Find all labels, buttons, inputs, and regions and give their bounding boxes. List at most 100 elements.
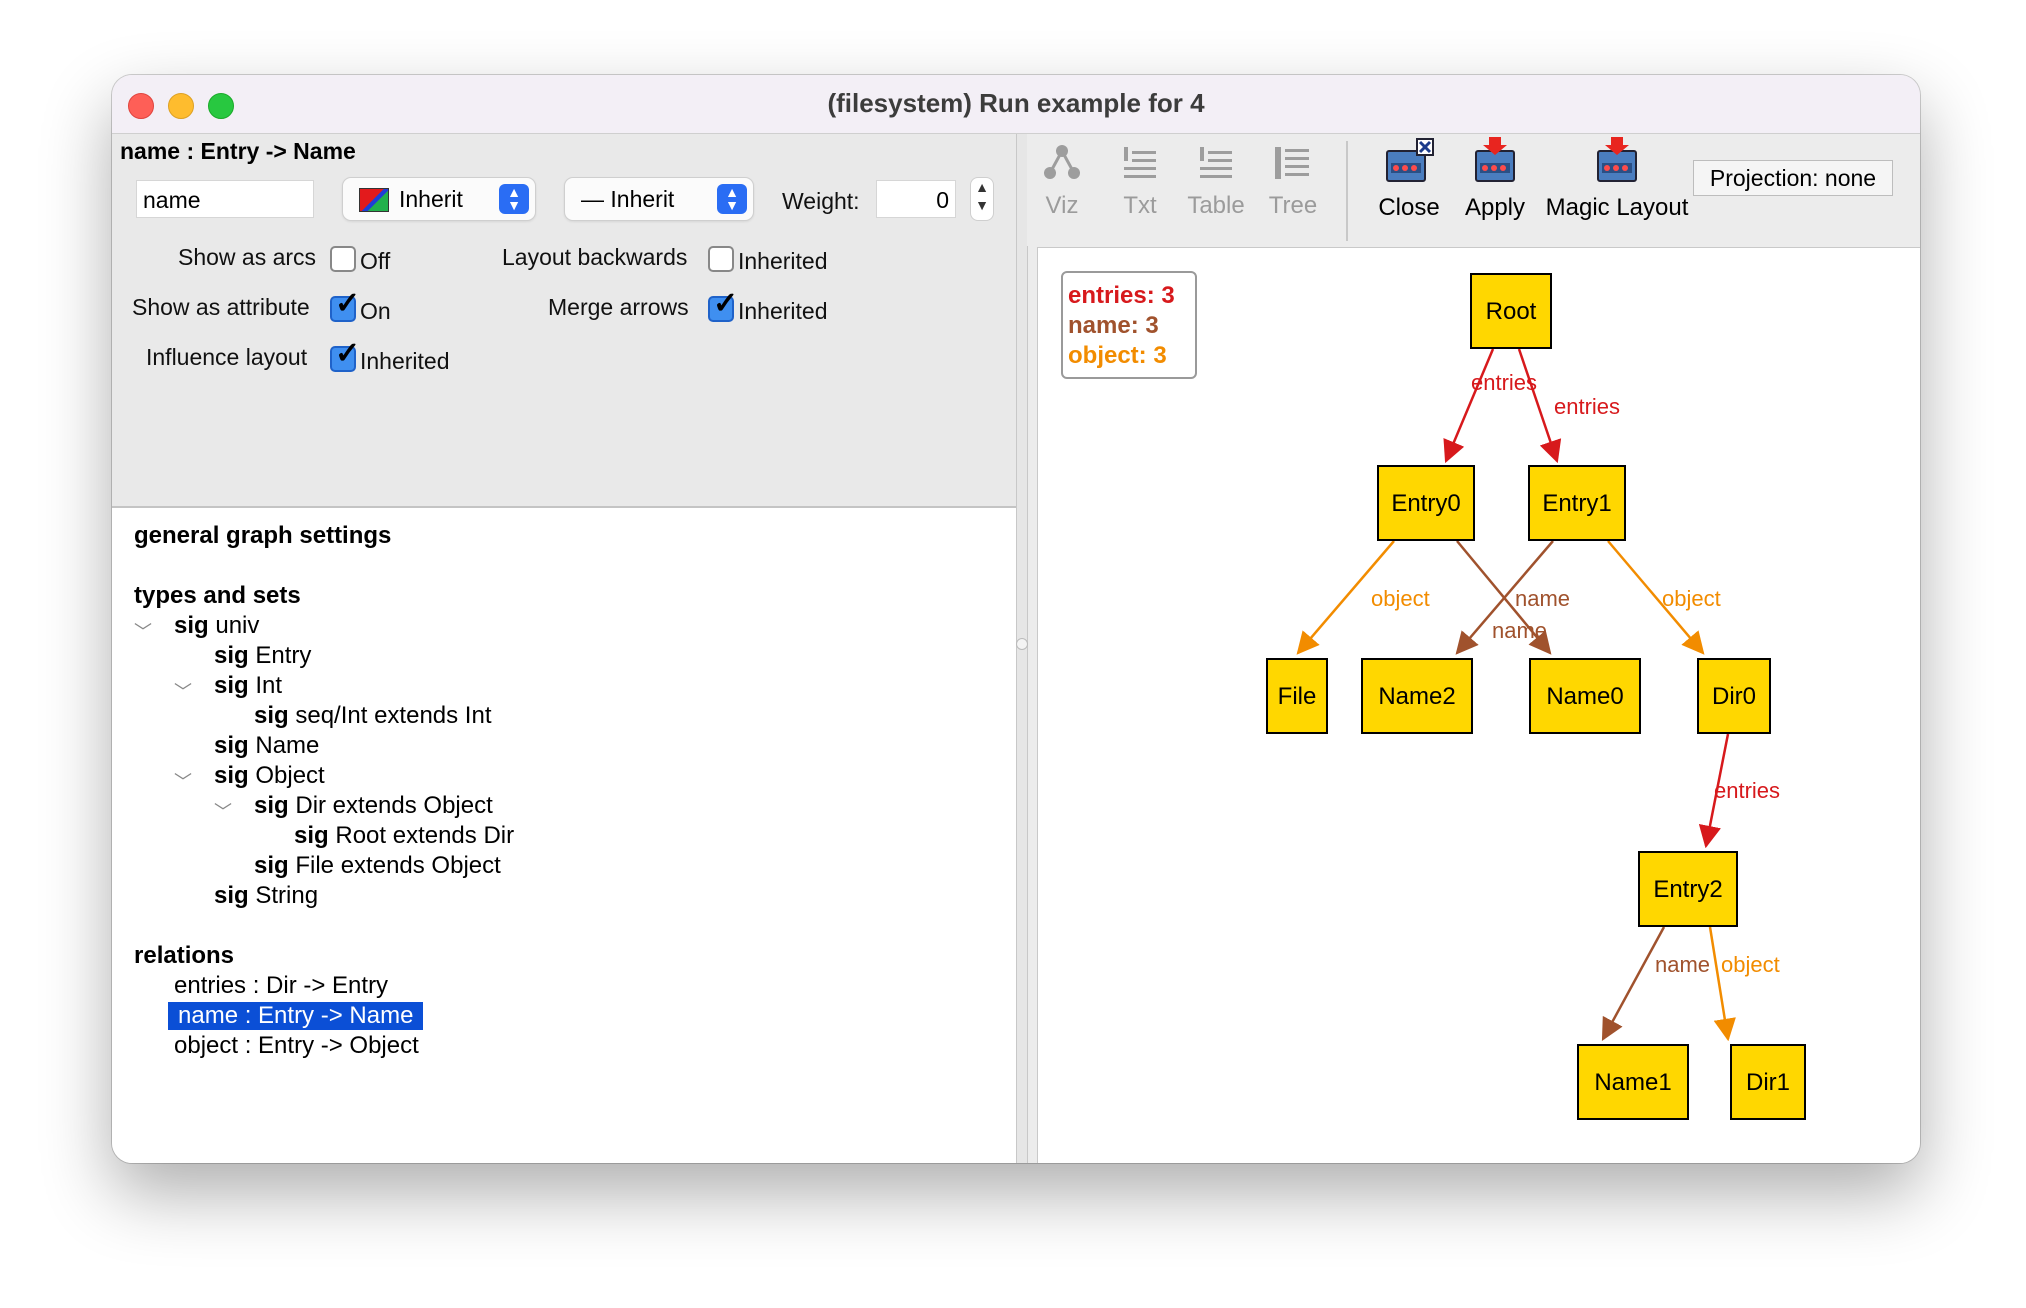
influence-layout-label: Influence layout bbox=[146, 344, 308, 370]
graph-node[interactable]: Name1 bbox=[1577, 1044, 1689, 1120]
tree-item-relation[interactable]: object : Entry -> Object bbox=[174, 1032, 419, 1060]
graph-node[interactable]: Entry2 bbox=[1638, 851, 1738, 927]
influence-layout-state: Inherited bbox=[360, 348, 450, 374]
graph-node-label: Dir1 bbox=[1746, 1069, 1790, 1096]
weight-field[interactable]: 0 bbox=[876, 180, 956, 218]
graph-node-label: Dir0 bbox=[1712, 683, 1756, 710]
toolbar-separator bbox=[1346, 141, 1348, 241]
table-label: Table bbox=[1187, 192, 1245, 219]
palette-swatch-icon bbox=[359, 188, 389, 212]
tree-item-sig[interactable]: sig File extends Object bbox=[254, 852, 501, 880]
edge-label-entries: entries bbox=[1554, 394, 1620, 419]
projection-button[interactable]: Projection: none bbox=[1693, 160, 1893, 196]
magic-layout-icon bbox=[1597, 137, 1637, 182]
influence-layout-checkbox[interactable]: ✓ bbox=[330, 337, 360, 372]
chevron-updown-icon: ▲ ▼ bbox=[717, 184, 747, 214]
graph-node-label: Name1 bbox=[1594, 1069, 1671, 1096]
style-combo[interactable]: — Inherit ▲ ▼ bbox=[564, 177, 754, 221]
merge-arrows-label: Merge arrows bbox=[548, 294, 689, 320]
split-handle[interactable] bbox=[1016, 638, 1028, 650]
apply-button[interactable]: Apply bbox=[1448, 137, 1542, 222]
edge-object bbox=[1708, 926, 1736, 1042]
tree-item-sig[interactable]: sig Entry bbox=[214, 642, 311, 670]
edge-label-name: name bbox=[1515, 586, 1570, 611]
tree-item-sig[interactable]: sig Int bbox=[214, 672, 282, 700]
window-title: (filesystem) Run example for 4 bbox=[827, 88, 1205, 118]
edge-label-object: object bbox=[1371, 586, 1430, 611]
layout-backwards-state: Inherited bbox=[738, 248, 828, 274]
app-window: (filesystem) Run example for 4 name : En… bbox=[112, 75, 1920, 1163]
show-arcs-label: Show as arcs bbox=[178, 244, 317, 270]
graph-node[interactable]: Entry1 bbox=[1528, 465, 1626, 541]
tree-item-sig[interactable]: sig seq/Int extends Int bbox=[254, 702, 491, 730]
edge-label-name: name bbox=[1655, 952, 1710, 977]
layout-backwards-label: Layout backwards bbox=[502, 244, 688, 270]
graph-canvas[interactable]: entries: 3 name: 3 object: 3 entries entr… bbox=[1037, 247, 1920, 1163]
tree-item-sig[interactable]: sig Root extends Dir bbox=[294, 822, 514, 850]
graph-node[interactable]: File bbox=[1266, 658, 1328, 734]
chevron-down-icon[interactable]: ﹀ bbox=[214, 798, 232, 824]
chevron-down-icon[interactable]: ﹀ bbox=[134, 618, 152, 644]
checkmark-icon: ✓ bbox=[335, 287, 361, 320]
relation-name-field[interactable]: name bbox=[136, 180, 314, 218]
tree-item-sig[interactable]: sig String bbox=[214, 882, 318, 910]
graph-node-label: Name0 bbox=[1546, 683, 1623, 710]
tree-item-relation-selected[interactable]: name : Entry -> Name bbox=[168, 1002, 424, 1030]
show-arcs-checkbox[interactable] bbox=[330, 246, 356, 272]
graph-node[interactable]: Name0 bbox=[1529, 658, 1641, 734]
show-attribute-checkbox[interactable]: ✓ bbox=[330, 287, 360, 322]
graph-node[interactable]: Root bbox=[1470, 273, 1552, 349]
tree-relations-heading: relations bbox=[134, 942, 235, 969]
edge-label-object: object bbox=[1721, 952, 1780, 977]
graph-node[interactable]: Name2 bbox=[1361, 658, 1473, 734]
tree-item-relation[interactable]: entries : Dir -> Entry bbox=[174, 972, 388, 1000]
show-attribute-label: Show as attribute bbox=[132, 294, 310, 320]
close-button[interactable]: Close bbox=[1362, 137, 1456, 222]
chevron-down-icon[interactable]: ﹀ bbox=[174, 678, 192, 704]
tree-list-icon bbox=[1275, 147, 1309, 179]
graph-node[interactable]: Dir1 bbox=[1730, 1044, 1806, 1120]
close-theme-icon bbox=[1386, 138, 1434, 182]
show-attribute-state: On bbox=[360, 298, 391, 324]
weight-stepper[interactable]: ▲ ▼ bbox=[970, 177, 994, 221]
checkmark-icon: ✓ bbox=[713, 287, 739, 320]
tree-label: Tree bbox=[1268, 192, 1318, 219]
txt-label: Txt bbox=[1123, 192, 1157, 219]
title-bar: (filesystem) Run example for 4 bbox=[112, 75, 1920, 134]
chevron-updown-icon: ▲ ▼ bbox=[499, 184, 529, 214]
tree-item-sig[interactable]: sig Name bbox=[214, 732, 319, 760]
edge-label-object: object bbox=[1662, 586, 1721, 611]
tree-types-heading: types and sets bbox=[134, 582, 301, 609]
tree-item-sig[interactable]: sig univ bbox=[174, 612, 259, 640]
edge-label-name: name bbox=[1492, 618, 1547, 643]
table-button[interactable]: Table bbox=[1178, 141, 1254, 220]
graph-node-label: Root bbox=[1486, 298, 1537, 325]
weight-label: Weight: bbox=[782, 188, 860, 214]
close-label: Close bbox=[1378, 194, 1440, 221]
relation-title: name : Entry -> Name bbox=[120, 138, 356, 164]
chevron-down-icon[interactable]: ﹀ bbox=[174, 768, 192, 794]
color-combo[interactable]: Inherit ▲ ▼ bbox=[342, 177, 536, 221]
relation-editor-panel: name : Entry -> Name name Inherit ▲ ▼ — I… bbox=[112, 134, 1016, 508]
graph-node[interactable]: Entry0 bbox=[1377, 465, 1475, 541]
merge-arrows-checkbox[interactable]: ✓ bbox=[708, 287, 738, 322]
apply-theme-icon bbox=[1475, 137, 1515, 182]
color-combo-value: Inherit bbox=[399, 186, 463, 212]
edge-entries bbox=[1517, 348, 1562, 464]
text-lines-icon bbox=[1124, 147, 1156, 178]
graph-svg: entriesentriesobjectnamename objectentrie… bbox=[1266, 273, 1806, 1120]
tree-general-settings[interactable]: general graph settings bbox=[134, 522, 391, 549]
tree-item-sig[interactable]: sig Dir extends Object bbox=[254, 792, 493, 820]
tree-item-sig[interactable]: sig Object bbox=[214, 762, 325, 790]
viz-button[interactable]: Viz bbox=[1037, 141, 1087, 220]
layout-backwards-checkbox[interactable] bbox=[708, 246, 734, 272]
graph-node[interactable]: Dir0 bbox=[1697, 658, 1771, 734]
graph-node-label: Entry0 bbox=[1391, 490, 1460, 517]
magic-layout-button[interactable]: Magic Layout bbox=[1542, 137, 1692, 222]
graph-node-label: Entry2 bbox=[1653, 876, 1722, 903]
settings-tree: general graph settings types and sets ﹀ … bbox=[112, 508, 1016, 1163]
txt-button[interactable]: Txt bbox=[1112, 141, 1168, 220]
tree-button[interactable]: Tree bbox=[1262, 141, 1324, 220]
apply-label: Apply bbox=[1464, 194, 1526, 221]
edge-entries bbox=[1443, 348, 1495, 464]
